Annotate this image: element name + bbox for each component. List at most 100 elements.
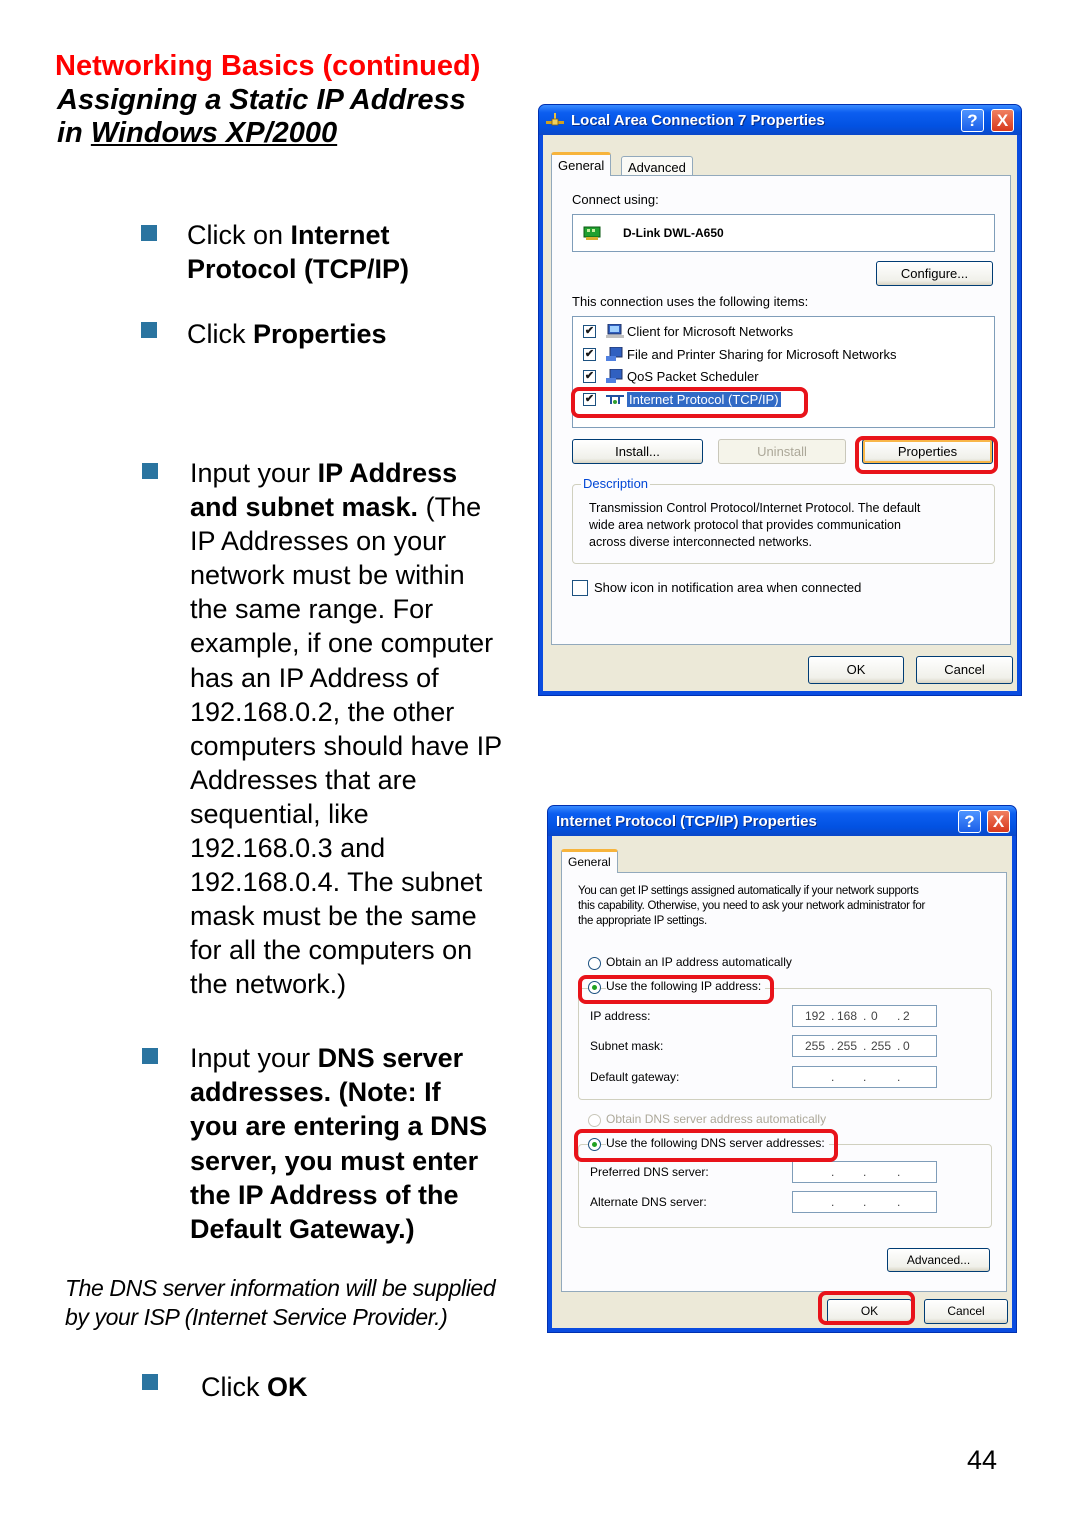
uninstall-button[interactable]: Uninstall bbox=[718, 439, 846, 464]
cancel-button[interactable]: Cancel bbox=[924, 1299, 1008, 1324]
network-adapter-icon bbox=[583, 226, 601, 240]
ip-dot: . bbox=[897, 1195, 901, 1209]
component-label: QoS Packet Scheduler bbox=[627, 369, 759, 384]
obtain-ip-radio[interactable] bbox=[588, 957, 601, 970]
page-subtitle: Assigning a Static IP Address in Windows… bbox=[57, 84, 466, 150]
tcpip-dialog-title: Internet Protocol (TCP/IP) Properties bbox=[556, 813, 817, 830]
component-checkbox[interactable] bbox=[583, 347, 596, 361]
step-text: sequential, like bbox=[190, 798, 369, 829]
components-list[interactable]: Client for Microsoft Networks File and Pr… bbox=[572, 316, 995, 428]
ok-button[interactable]: OK bbox=[808, 656, 904, 684]
ip-octet: 192 bbox=[805, 1009, 826, 1023]
obtain-ip-label: Obtain an IP address automatically bbox=[606, 955, 792, 969]
obtain-dns-radio[interactable] bbox=[588, 1114, 601, 1127]
cancel-button[interactable]: Cancel bbox=[916, 656, 1013, 684]
step-line: Addresses that are bbox=[190, 763, 502, 797]
bullet-icon bbox=[141, 322, 157, 338]
tab-general[interactable]: General bbox=[561, 849, 618, 873]
use-dns-radio[interactable] bbox=[588, 1138, 601, 1151]
component-label: Client for Microsoft Networks bbox=[627, 324, 794, 339]
bullet-icon bbox=[142, 1374, 158, 1390]
description-line-1: Transmission Control Protocol/Internet P… bbox=[589, 501, 921, 515]
ok-button[interactable]: OK bbox=[827, 1299, 912, 1324]
ip-octet: 255 bbox=[805, 1039, 826, 1053]
close-button[interactable]: X bbox=[987, 810, 1010, 833]
tcpip-dialog-titlebar[interactable]: Internet Protocol (TCP/IP) Properties ? … bbox=[548, 806, 1016, 836]
step-text: network must be within bbox=[190, 560, 465, 591]
step-line: has an IP Address of bbox=[190, 661, 502, 695]
step-line: Default Gateway.) bbox=[190, 1212, 487, 1246]
intro-line-2: this capability. Otherwise, you need to … bbox=[578, 900, 926, 912]
file-printer-sharing-icon bbox=[606, 346, 623, 361]
ip-octet: 255 bbox=[871, 1039, 892, 1053]
step-line: for all the computers on bbox=[190, 933, 502, 967]
lan-dialog-body: General Advanced Connect using: D-Link D… bbox=[543, 135, 1017, 691]
step-bold-text: server, you must enter bbox=[190, 1145, 479, 1176]
tab-advanced[interactable]: Advanced bbox=[621, 156, 693, 176]
close-button[interactable]: X bbox=[991, 109, 1014, 132]
qos-scheduler-icon bbox=[606, 369, 623, 383]
preferred-dns-field[interactable]: ... bbox=[792, 1161, 937, 1183]
step-line: 192.168.0.3 and bbox=[190, 831, 502, 865]
step-text: 192.168.0.2, the other bbox=[190, 696, 455, 727]
default-gateway-field[interactable]: ... bbox=[792, 1066, 937, 1088]
advanced-button[interactable]: Advanced... bbox=[887, 1248, 990, 1272]
network-connection-icon bbox=[546, 113, 564, 126]
step-text: has an IP Address of bbox=[190, 662, 439, 693]
step-bold-text: Default Gateway.) bbox=[190, 1214, 415, 1245]
tcpip-dialog-body: General You can get IP settings assigned… bbox=[552, 836, 1012, 1328]
step-text: IP Addresses on your bbox=[190, 526, 447, 557]
general-tab-panel: You can get IP settings assigned automat… bbox=[561, 872, 1007, 1292]
description-line-2: wide area network protocol that provides… bbox=[589, 518, 901, 532]
ip-octet: 0 bbox=[903, 1039, 910, 1053]
step-text: 192.168.0.4. The subnet bbox=[190, 867, 483, 898]
component-list-item[interactable]: File and Printer Sharing for Microsoft N… bbox=[573, 345, 994, 365]
dns-note: The DNS server information will be suppl… bbox=[65, 1274, 496, 1332]
preferred-dns-label: Preferred DNS server: bbox=[590, 1165, 709, 1179]
ip-dot: . bbox=[831, 1009, 835, 1023]
configure-button[interactable]: Configure... bbox=[876, 261, 993, 286]
step-line: and subnet mask. (The bbox=[190, 490, 502, 524]
note-line-2: by your ISP (Internet Service Provider.) bbox=[65, 1304, 448, 1330]
component-list-item[interactable]: QoS Packet Scheduler bbox=[573, 367, 994, 387]
alternate-dns-field[interactable]: ... bbox=[792, 1191, 937, 1213]
step-line: server, you must enter bbox=[190, 1144, 487, 1178]
show-icon-checkbox[interactable] bbox=[572, 580, 588, 596]
step-1-bold: Internet bbox=[290, 220, 390, 250]
ip-octet: 2 bbox=[903, 1009, 910, 1023]
component-checkbox[interactable] bbox=[583, 392, 596, 406]
step-2-text: Click bbox=[187, 319, 253, 349]
step-5: Click OK bbox=[201, 1370, 308, 1404]
component-checkbox[interactable] bbox=[583, 325, 596, 338]
default-gateway-label: Default gateway: bbox=[590, 1070, 680, 1084]
help-button[interactable]: ? bbox=[958, 810, 981, 833]
step-line: the same range. For bbox=[190, 592, 502, 626]
note-line-1: The DNS server information will be suppl… bbox=[65, 1275, 496, 1301]
component-list-item[interactable]: Client for Microsoft Networks bbox=[573, 322, 994, 342]
lan-properties-dialog: Local Area Connection 7 Properties ? X G… bbox=[538, 104, 1022, 696]
step-line: the IP Address of the bbox=[190, 1178, 487, 1212]
use-ip-radio[interactable] bbox=[588, 981, 601, 994]
step-2: Click Properties bbox=[187, 317, 387, 351]
help-button[interactable]: ? bbox=[961, 109, 984, 132]
install-button[interactable]: Install... bbox=[572, 439, 703, 464]
subnet-mask-field[interactable]: 255. 255. 255. 0 bbox=[792, 1035, 937, 1057]
step-text: 192.168.0.3 and bbox=[190, 833, 386, 864]
step-text: Input your bbox=[190, 1043, 318, 1073]
subtitle-line-1: Assigning a Static IP Address bbox=[57, 84, 466, 116]
step-line: 192.168.0.4. The subnet bbox=[190, 865, 502, 899]
step-line: Input your DNS server bbox=[190, 1041, 487, 1075]
component-list-item[interactable]: Internet Protocol (TCP/IP) bbox=[573, 390, 994, 410]
ip-dot: . bbox=[831, 1195, 835, 1209]
lan-dialog-titlebar[interactable]: Local Area Connection 7 Properties ? X bbox=[539, 105, 1021, 135]
properties-button[interactable]: Properties bbox=[862, 439, 993, 464]
tab-general[interactable]: General bbox=[551, 152, 612, 176]
ip-address-field[interactable]: 192. 168. 0. 2 bbox=[792, 1005, 937, 1027]
step-line: 192.168.0.2, the other bbox=[190, 695, 502, 729]
ip-dot: . bbox=[863, 1195, 867, 1209]
step-bold-text: you are entering a DNS bbox=[190, 1111, 488, 1142]
page-number: 44 bbox=[967, 1445, 998, 1475]
component-checkbox[interactable] bbox=[583, 370, 596, 383]
ip-dot: . bbox=[831, 1070, 835, 1084]
step-line: network must be within bbox=[190, 558, 502, 592]
